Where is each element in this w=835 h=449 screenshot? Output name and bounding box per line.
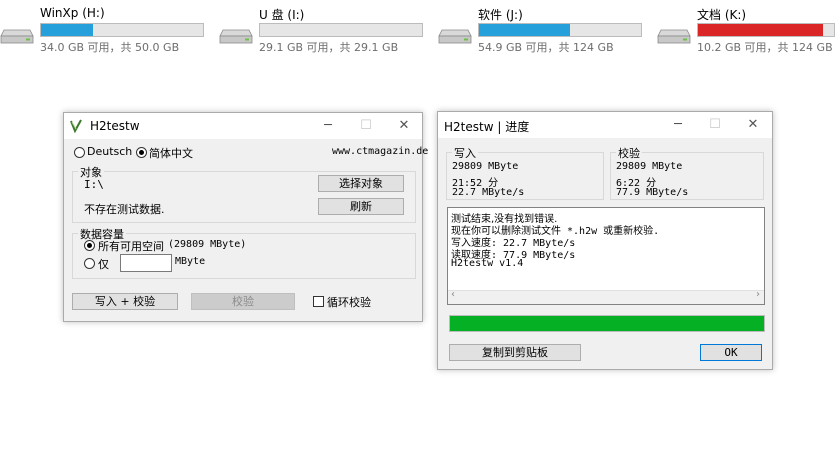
drive-size-text: 29.1 GB 可用，共 29.1 GB	[259, 41, 399, 54]
h2testw-app-icon	[70, 119, 82, 133]
close-icon[interactable]: ✕	[739, 115, 767, 135]
write-size: 29809 MByte	[452, 161, 519, 172]
write-stats-label: 写入	[452, 145, 478, 161]
hard-drive-icon	[219, 29, 253, 44]
drive-size-text: 54.9 GB 可用，共 124 GB	[478, 41, 614, 54]
loop-verify-checkbox[interactable]	[313, 296, 324, 307]
verify-size: 29809 MByte	[616, 161, 683, 172]
drive-tile-i[interactable]: U 盘 (I:) 29.1 GB 可用，共 29.1 GB	[219, 4, 429, 54]
h2testw-main-window: H2testw ─ ☐ ✕ Deutsch 简体中文 www.ctmagazin…	[63, 112, 428, 322]
drive-name: 文档 (K:)	[697, 8, 747, 22]
log-line: H2testw v1.4	[451, 258, 524, 269]
window-title: H2testw	[90, 119, 140, 133]
drive-tile-h[interactable]: WinXp (H:) 34.0 GB 可用，共 50.0 GB	[0, 4, 210, 54]
only-size-label: 仅	[98, 258, 109, 271]
hard-drive-icon	[438, 29, 472, 44]
verify-button: 校验	[191, 293, 295, 310]
drive-size-text: 34.0 GB 可用，共 50.0 GB	[40, 41, 180, 54]
progress-bar	[449, 315, 765, 332]
drive-usage-bar	[40, 23, 204, 37]
size-input[interactable]	[120, 254, 172, 272]
drive-usage-fill	[41, 24, 93, 36]
loop-verify-label: 循环校验	[327, 296, 371, 309]
lang-chinese-label: 简体中文	[149, 147, 193, 160]
lang-chinese-radio[interactable]	[136, 147, 147, 158]
minimize-icon[interactable]: ─	[314, 116, 342, 136]
verify-speed: 77.9 MByte/s	[616, 187, 689, 198]
all-space-radio[interactable]	[84, 240, 95, 251]
h2testw-progress-window: H2testw | 进度 ─ ☐ ✕ 写入 29809 MByte 21:52 …	[437, 111, 773, 370]
hard-drive-icon	[657, 29, 691, 44]
horizontal-scrollbar[interactable]: ‹ ›	[448, 289, 764, 304]
size-unit: MByte	[175, 256, 206, 267]
window-title: H2testw | 进度	[444, 120, 530, 134]
close-icon[interactable]: ✕	[390, 116, 418, 136]
drive-name: U 盘 (I:)	[259, 8, 305, 22]
minimize-icon[interactable]: ─	[664, 115, 692, 135]
scroll-right-icon[interactable]: ›	[756, 289, 760, 300]
drive-name: 软件 (J:)	[478, 8, 523, 22]
no-test-data-text: 不存在测试数据.	[84, 203, 165, 216]
select-target-button[interactable]: 选择对象	[318, 175, 404, 192]
drive-usage-fill	[698, 24, 824, 36]
target-path: I:\	[84, 178, 104, 191]
progress-fill	[450, 316, 764, 331]
all-space-label: 所有可用空间	[98, 240, 164, 253]
website-link[interactable]: www.ctmagazin.de	[332, 146, 428, 157]
drive-usage-bar	[259, 23, 423, 37]
drive-usage-fill	[479, 24, 570, 36]
copy-to-clipboard-button[interactable]: 复制到剪贴板	[449, 344, 581, 361]
hard-drive-icon	[0, 29, 34, 44]
only-size-radio[interactable]	[84, 258, 95, 269]
write-verify-button[interactable]: 写入 + 校验	[72, 293, 178, 310]
drive-name: WinXp (H:)	[40, 6, 105, 20]
verify-stats-label: 校验	[616, 145, 642, 161]
refresh-button[interactable]: 刷新	[318, 198, 404, 215]
title-bar: H2testw ─ ☐ ✕	[64, 113, 422, 139]
lang-deutsch-label: Deutsch	[87, 145, 133, 158]
ok-button[interactable]: OK	[700, 344, 762, 361]
maximize-icon: ☐	[709, 117, 721, 132]
drive-usage-bar	[478, 23, 642, 37]
lang-deutsch-radio[interactable]	[74, 147, 85, 158]
drive-tile-j[interactable]: 软件 (J:) 54.9 GB 可用，共 124 GB	[438, 4, 648, 54]
maximize-icon: ☐	[360, 118, 372, 133]
title-bar: H2testw | 进度 ─ ☐ ✕	[438, 112, 772, 138]
drive-usage-bar	[697, 23, 835, 37]
drive-size-text: 10.2 GB 可用，共 124 GB	[697, 41, 833, 54]
result-log[interactable]: 测试结束,没有找到错误. 现在你可以删除测试文件 *.h2w 或重新校验. 写入…	[447, 207, 765, 305]
scroll-left-icon[interactable]: ‹	[451, 289, 455, 300]
drive-tile-k[interactable]: 文档 (K:) 10.2 GB 可用，共 124 GB	[657, 4, 835, 54]
all-space-value: (29809 MByte)	[168, 239, 247, 250]
write-speed: 22.7 MByte/s	[452, 187, 525, 198]
